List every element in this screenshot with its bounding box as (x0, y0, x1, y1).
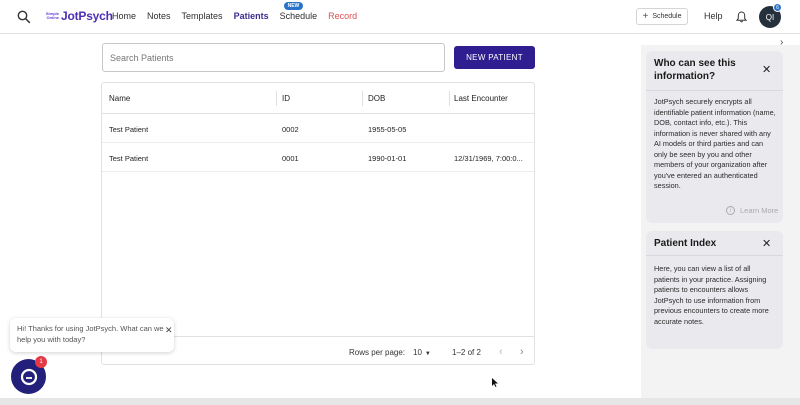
top-navigation-bar: Simple Online JotPsych Home Notes Templa… (0, 0, 800, 34)
info-icon: i (726, 206, 735, 215)
close-icon[interactable]: ✕ (762, 237, 771, 250)
table-row[interactable]: Test Patient 0002 1955-05-05 (102, 114, 534, 143)
nav-templates[interactable]: Templates (182, 11, 223, 21)
panel-title: Who can see this information? (654, 58, 736, 82)
panel-body: JotPsych securely encrypts all identifia… (654, 97, 776, 190)
cell-id: 0002 (282, 125, 299, 134)
column-header-id[interactable]: ID (282, 94, 290, 103)
column-header-name[interactable]: Name (109, 94, 130, 103)
column-header-last-encounter[interactable]: Last Encounter (454, 94, 508, 103)
cell-name: Test Patient (109, 154, 149, 163)
schedule-button-label: Schedule (652, 13, 682, 20)
help-link[interactable]: Help (704, 11, 723, 21)
learn-more-label: Learn More (740, 206, 779, 215)
info-panel-patient-index: Patient Index ✕ Here, you can view a lis… (646, 231, 783, 349)
new-patient-button[interactable]: NEW PATIENT (454, 46, 535, 69)
nav-home[interactable]: Home (112, 11, 136, 21)
new-badge: NEW (283, 2, 304, 10)
column-divider[interactable] (276, 91, 277, 106)
search-icon[interactable] (17, 10, 31, 24)
chat-icon (20, 368, 37, 385)
caret-down-icon: ▼ (424, 351, 431, 357)
divider (646, 90, 783, 91)
column-divider[interactable] (449, 91, 450, 106)
chat-unread-badge: 1 (35, 356, 47, 368)
nav-schedule[interactable]: NEW Schedule (279, 2, 318, 21)
panel-title: Patient Index (654, 238, 717, 249)
jotpsych-logo[interactable]: Simple Online JotPsych (45, 9, 113, 23)
nav-patients[interactable]: Patients (234, 11, 269, 21)
nav-record[interactable]: Record (328, 11, 357, 21)
chat-greeting-bubble[interactable]: Hi! Thanks for using JotPsych. What can … (10, 318, 174, 352)
plus-icon: + (642, 11, 649, 22)
info-panel-visibility: Who can see this information? ✕ JotPsych… (646, 51, 783, 223)
close-icon[interactable]: ✕ (165, 325, 173, 336)
rows-per-page-select[interactable]: 10 ▼ (413, 348, 431, 357)
search-patients-input[interactable]: Search Patients (102, 43, 445, 72)
cell-id: 0001 (282, 154, 299, 163)
next-page-icon[interactable]: › (520, 346, 524, 358)
main-nav: Home Notes Templates Patients NEW Schedu… (112, 2, 368, 21)
nav-schedule-label: Schedule (279, 11, 318, 21)
divider (646, 255, 783, 256)
column-header-dob[interactable]: DOB (368, 94, 385, 103)
nav-notes[interactable]: Notes (147, 11, 171, 21)
notification-count-badge: 6 (773, 3, 782, 12)
table-header: Name ID DOB Last Encounter (102, 83, 534, 114)
cell-dob: 1990-01-01 (368, 154, 407, 163)
mouse-cursor-icon (492, 378, 498, 387)
rows-per-page-value: 10 (413, 348, 422, 357)
schedule-button[interactable]: + Schedule (636, 8, 688, 25)
logo-tagline: Simple Online (45, 11, 59, 20)
bell-icon[interactable] (736, 11, 747, 23)
pagination-range: 1–2 of 2 (452, 348, 481, 357)
rows-per-page-label: Rows per page: (349, 348, 406, 357)
close-icon[interactable]: ✕ (762, 63, 771, 76)
table-row[interactable]: Test Patient 0001 1990-01-01 12/31/1969,… (102, 143, 534, 172)
bottom-scrollbar[interactable] (0, 398, 800, 405)
previous-page-icon[interactable]: ‹ (499, 346, 503, 358)
cell-dob: 1955-05-05 (368, 125, 407, 134)
learn-more-link[interactable]: i Learn More (726, 206, 778, 215)
column-divider[interactable] (362, 91, 363, 106)
panel-body: Here, you can view a list of all patient… (654, 264, 769, 326)
logo-name: JotPsych (61, 9, 113, 23)
cell-last-encounter: 12/31/1969, 7:00:0... (454, 154, 523, 163)
chat-message: Hi! Thanks for using JotPsych. What can … (17, 324, 164, 344)
cell-name: Test Patient (109, 125, 149, 134)
